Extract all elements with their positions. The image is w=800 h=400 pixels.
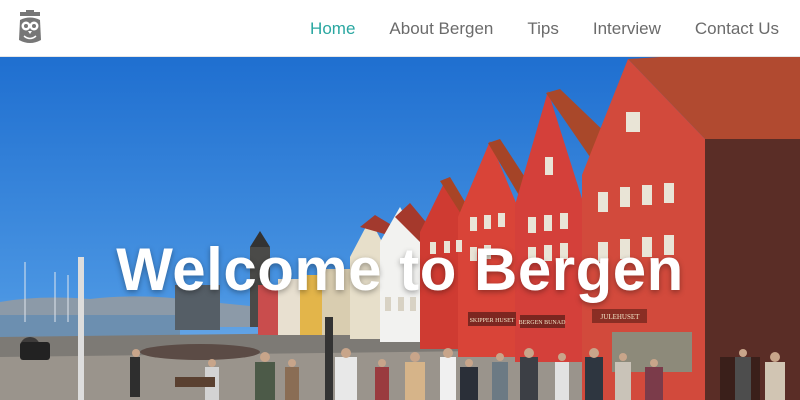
sign-bergen-bunad: BERGEN BUNAD	[519, 320, 567, 326]
nav-home[interactable]: Home	[310, 19, 355, 39]
nav-interview[interactable]: Interview	[593, 19, 661, 39]
site-header: Home About Bergen Tips Interview Contact…	[0, 0, 800, 57]
sign-skipperhuset: SKIPPER HUSET	[470, 318, 515, 324]
hero-photo: SKIPPER HUSET BERGEN BUNAD JULEHUSET	[0, 57, 800, 400]
nav-tips[interactable]: Tips	[527, 19, 559, 39]
main-nav: Home About Bergen Tips Interview Contact…	[310, 0, 779, 57]
nav-about-bergen[interactable]: About Bergen	[389, 19, 493, 39]
hero-title: Welcome to Bergen	[116, 236, 684, 303]
hero-banner: SKIPPER HUSET BERGEN BUNAD JULEHUSET Wel…	[0, 57, 800, 400]
sign-julehuset: JULEHUSET	[601, 313, 641, 321]
owl-logo-icon[interactable]	[17, 10, 43, 46]
nav-contact-us[interactable]: Contact Us	[695, 19, 779, 39]
